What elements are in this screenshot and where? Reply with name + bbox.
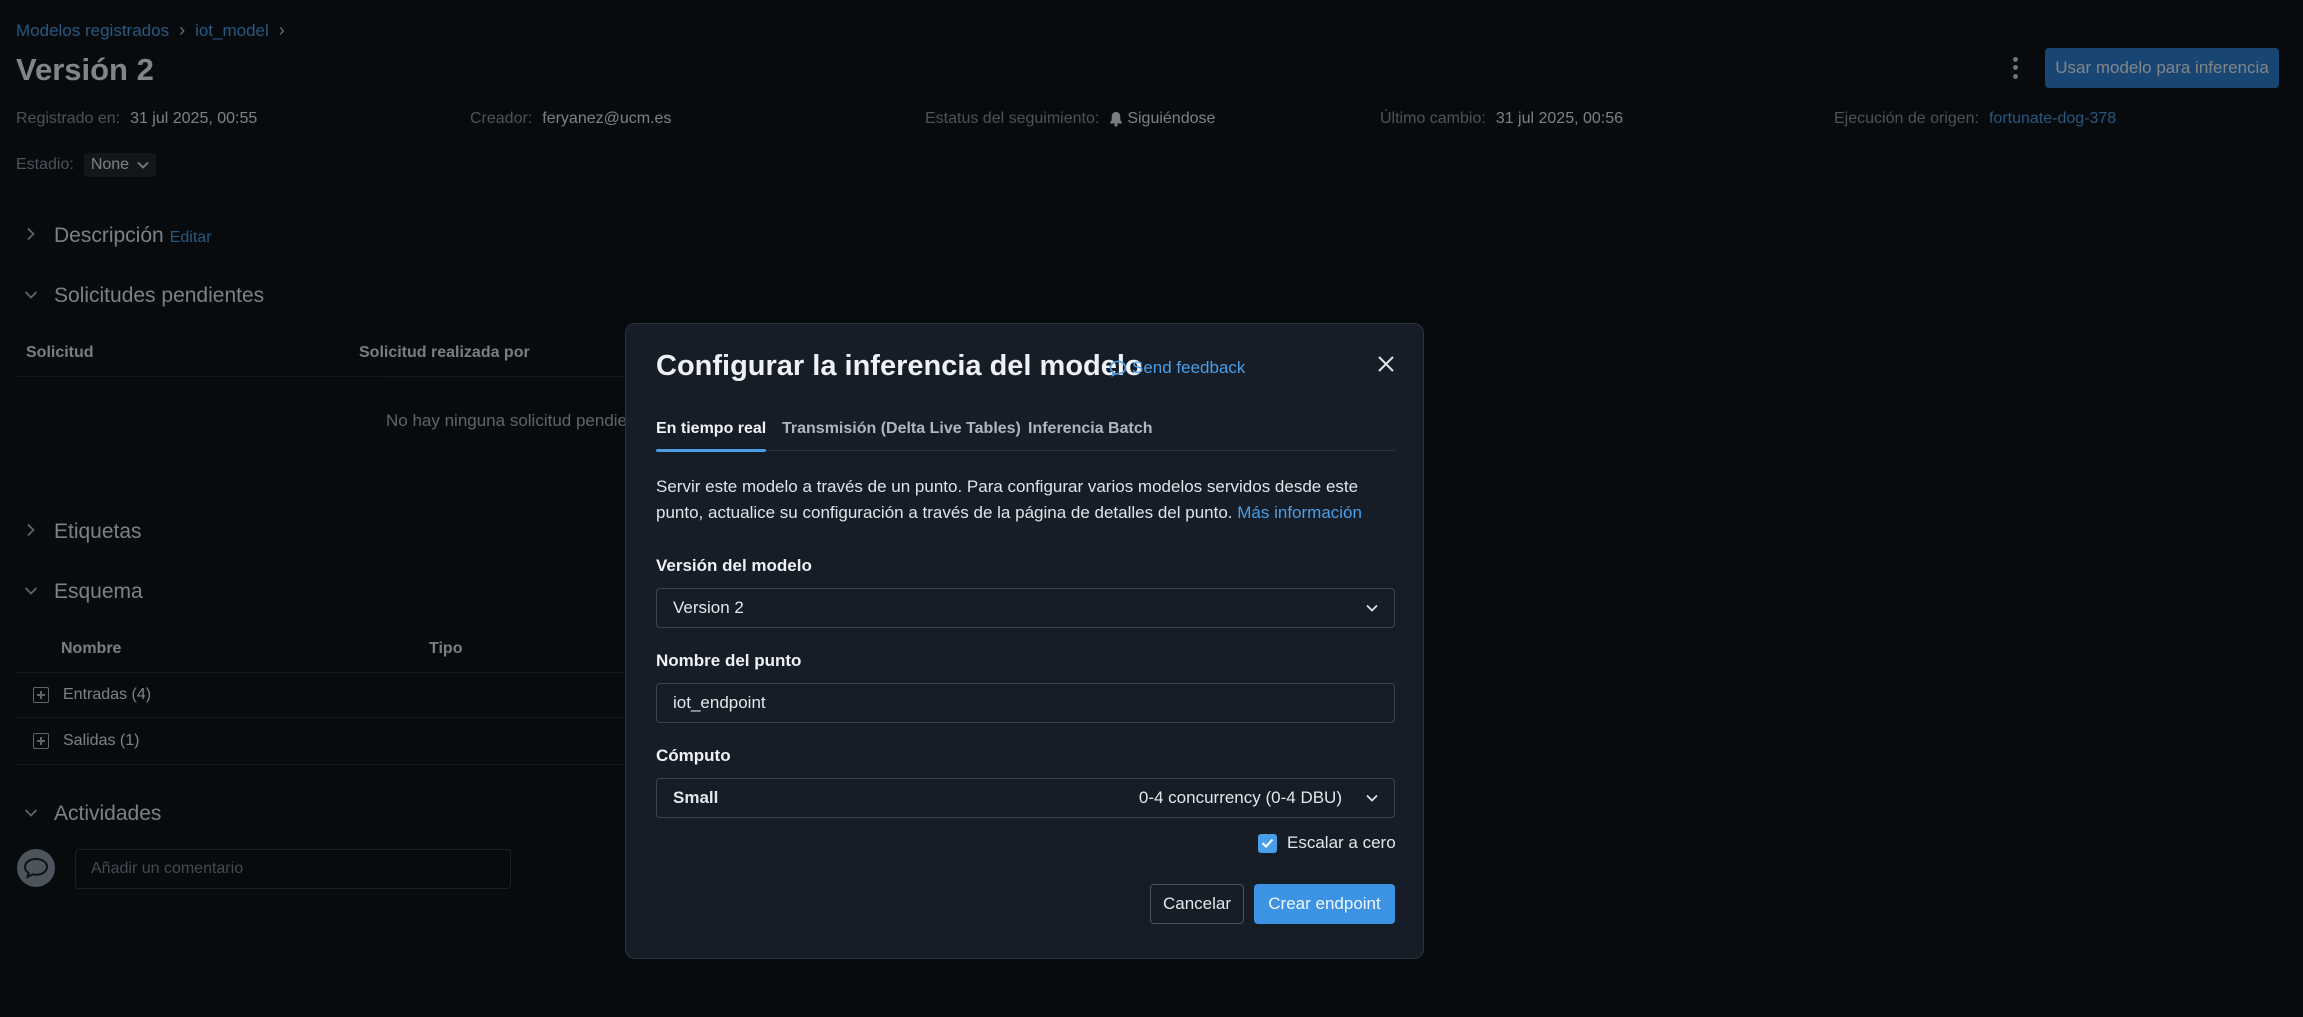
create-endpoint-button[interactable]: Crear endpoint [1254,884,1395,924]
send-feedback-link[interactable]: Send feedback [1109,358,1245,378]
chevron-down-icon [1366,604,1378,612]
tab-real-time[interactable]: En tiempo real [656,420,767,452]
model-version-select[interactable]: Version 2 [656,588,1395,628]
modal-description: Servir este modelo a través de un punto.… [656,474,1395,526]
chat-bubble-icon [1109,360,1127,377]
modal-title: Configurar la inferencia del modelo [656,350,1143,382]
compute-value: Small [673,788,719,807]
scale-to-zero-label: Escalar a cero [1287,833,1396,852]
endpoint-name-input[interactable]: iot_endpoint [656,683,1395,723]
tab-batch-inference[interactable]: Inferencia Batch [1028,420,1152,438]
close-icon[interactable] [1374,352,1398,376]
compute-label: Cómputo [656,746,731,765]
scale-to-zero-checkbox[interactable] [1258,833,1277,853]
tab-list: En tiempo real Transmisión (Delta Live T… [656,420,1395,452]
compute-select[interactable]: Small 0-4 concurrency (0-4 DBU) [656,778,1395,818]
version-label: Versión del modelo [656,556,812,575]
configure-inference-modal: Configurar la inferencia del modelo Send… [625,323,1424,959]
more-info-link[interactable]: Más información [1237,503,1362,522]
cancel-button[interactable]: Cancelar [1150,884,1244,924]
scale-to-zero[interactable]: Escalar a cero [1258,833,1396,853]
chevron-down-icon [1366,794,1378,802]
model-version-value: Version 2 [673,598,744,617]
endpoint-name-value: iot_endpoint [673,693,766,712]
compute-detail: 0-4 concurrency (0-4 DBU) [1138,788,1342,807]
send-feedback-label: Send feedback [1132,358,1246,377]
tab-streaming[interactable]: Transmisión (Delta Live Tables) [782,420,1021,438]
checkmark-icon [1261,838,1274,848]
endpoint-name-label: Nombre del punto [656,651,802,670]
